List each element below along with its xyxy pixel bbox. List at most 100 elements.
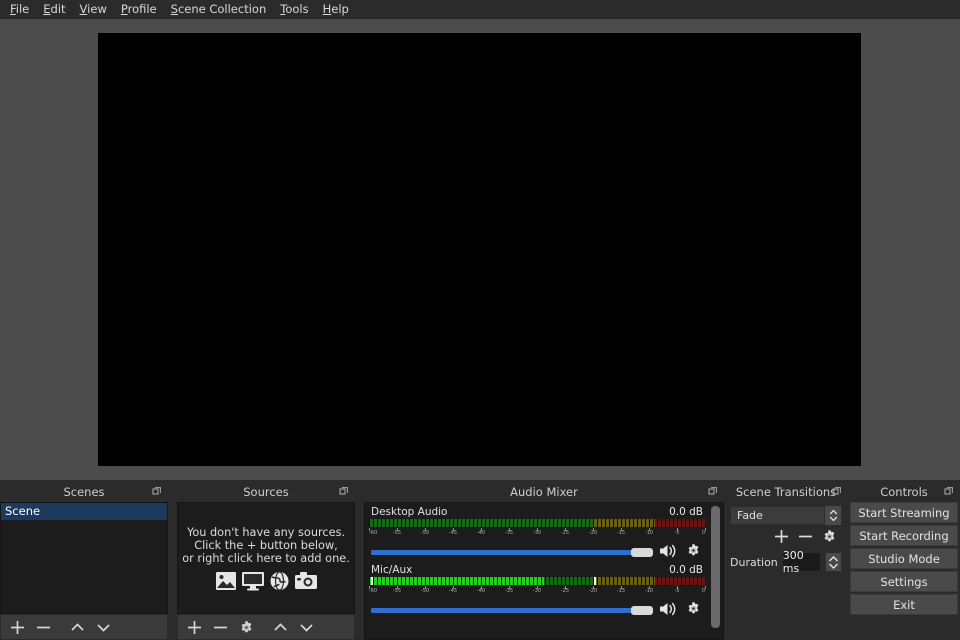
preview-canvas[interactable] bbox=[98, 33, 861, 466]
minus-icon bbox=[213, 620, 228, 635]
float-dock-icon[interactable] bbox=[152, 487, 161, 496]
plus-icon bbox=[774, 529, 789, 547]
mute-button[interactable] bbox=[658, 543, 678, 561]
scale-label: -20 bbox=[588, 588, 598, 594]
mute-button[interactable] bbox=[658, 601, 678, 619]
start-streaming-button[interactable]: Start Streaming bbox=[850, 502, 958, 523]
scene-list-item[interactable]: Scene bbox=[1, 503, 167, 520]
mixer-channel-name: Mic/Aux bbox=[371, 564, 413, 576]
mixer-db-scale: -60 -55 -50 -45 -40 -35 -30 -25 -20 -15 -10 -5 0 bbox=[369, 528, 706, 538]
controls-dock: Controls Start Streaming Start Recording S… bbox=[848, 482, 960, 640]
audio-mixer-dock-title: Audio Mixer bbox=[364, 482, 724, 502]
scale-label: -60 bbox=[369, 588, 378, 594]
volume-handle[interactable] bbox=[631, 548, 653, 557]
chevron-up-button[interactable] bbox=[64, 615, 90, 639]
menu-item-profile[interactable]: Profile bbox=[114, 1, 164, 17]
transition-select[interactable]: Fade bbox=[730, 506, 842, 525]
chevron-up-button[interactable] bbox=[267, 615, 293, 639]
sources-title-label: Sources bbox=[243, 485, 289, 499]
audio-mixer-title-label: Audio Mixer bbox=[510, 485, 578, 499]
preview-area[interactable] bbox=[0, 18, 960, 480]
menu-item-tools[interactable]: Tools bbox=[273, 1, 315, 17]
meter-tick-overlay bbox=[369, 577, 705, 585]
chevron-down-button[interactable] bbox=[90, 615, 116, 639]
volume-handle[interactable] bbox=[631, 606, 653, 615]
controls-title-label: Controls bbox=[880, 485, 928, 499]
menu-item-file[interactable]: File bbox=[3, 1, 36, 17]
transition-select-value: Fade bbox=[737, 509, 763, 522]
plus-icon bbox=[187, 620, 202, 635]
scale-tick bbox=[705, 528, 706, 531]
monitor-icon bbox=[241, 571, 265, 591]
gear-button[interactable] bbox=[233, 615, 259, 639]
chevron-up-icon bbox=[273, 620, 288, 635]
float-dock-icon[interactable] bbox=[832, 487, 841, 496]
speaker-on-icon bbox=[659, 601, 678, 620]
scale-label: -10 bbox=[644, 588, 654, 594]
settings-button[interactable]: Settings bbox=[850, 571, 958, 592]
channel-settings-button[interactable] bbox=[683, 601, 703, 619]
scale-label: -60 bbox=[369, 530, 378, 536]
chevron-updown-icon[interactable] bbox=[824, 506, 841, 525]
scale-label: -15 bbox=[616, 530, 626, 536]
sources-empty-message: You don't have any sources. Click the + b… bbox=[182, 526, 350, 565]
dock-divider bbox=[168, 482, 177, 640]
dock-divider bbox=[355, 482, 364, 640]
sources-empty-line: or right click here to add one. bbox=[182, 551, 350, 565]
plus-transition-button[interactable] bbox=[770, 528, 792, 548]
menu-item-edit[interactable]: Edit bbox=[36, 1, 72, 17]
duration-stepper[interactable] bbox=[825, 552, 842, 572]
chevron-down-button[interactable] bbox=[293, 615, 319, 639]
mixer-level-meter bbox=[369, 577, 705, 585]
scale-label: -55 bbox=[392, 530, 402, 536]
float-dock-icon[interactable] bbox=[944, 487, 953, 496]
minus-button[interactable] bbox=[30, 615, 56, 639]
mixer-channel-header: Desktop Audio 0.0 dB bbox=[369, 506, 705, 519]
scene-transitions-dock-title: Scene Transitions bbox=[724, 482, 848, 502]
menu-bar: File Edit View Profile Scene Collection Tools… bbox=[0, 0, 960, 18]
scrollbar-thumb[interactable] bbox=[711, 506, 720, 628]
mixer-channel-name: Desktop Audio bbox=[371, 506, 448, 518]
mixer-db-scale: -60 -55 -50 -45 -40 -35 -30 -25 -20 -15 -10 -5 0 bbox=[369, 586, 706, 596]
obs-main-window: File Edit View Profile Scene Collection Tools… bbox=[0, 0, 960, 640]
scenes-list[interactable]: Scene bbox=[0, 502, 168, 614]
gear-icon bbox=[239, 620, 254, 635]
menu-item-scene-collection[interactable]: Scene Collection bbox=[164, 1, 274, 17]
gear-transition-button[interactable] bbox=[818, 528, 840, 548]
meter-tick-overlay bbox=[369, 519, 705, 527]
sources-empty-line: Click the + button below, bbox=[194, 538, 338, 552]
minus-button[interactable] bbox=[207, 615, 233, 639]
plus-button[interactable] bbox=[181, 615, 207, 639]
scale-label: -10 bbox=[644, 530, 654, 536]
float-dock-icon[interactable] bbox=[339, 487, 348, 496]
float-dock-icon[interactable] bbox=[708, 487, 717, 496]
speaker-on-icon bbox=[659, 543, 678, 562]
audio-mixer-channels: Desktop Audio 0.0 dB -60 -55 -50 -45 -40 -35 -30… bbox=[365, 503, 709, 639]
scale-tick bbox=[705, 586, 706, 589]
exit-button[interactable]: Exit bbox=[850, 594, 958, 615]
channel-settings-button[interactable] bbox=[683, 543, 703, 561]
menu-item-view[interactable]: View bbox=[73, 1, 114, 17]
duration-input[interactable]: 300 ms bbox=[781, 549, 821, 575]
scene-transitions-dock: Scene Transitions Fade Duration 300 ms bbox=[724, 482, 848, 640]
scale-label: -25 bbox=[560, 530, 570, 536]
duration-row: Duration 300 ms bbox=[730, 549, 842, 575]
volume-track bbox=[371, 608, 653, 613]
controls-dock-title: Controls bbox=[848, 482, 960, 502]
studio-mode-button[interactable]: Studio Mode bbox=[850, 548, 958, 569]
minus-transition-button[interactable] bbox=[794, 528, 816, 548]
volume-slider[interactable] bbox=[371, 605, 653, 615]
scale-label: -20 bbox=[588, 530, 598, 536]
globe-icon bbox=[269, 570, 290, 591]
minus-icon bbox=[36, 620, 51, 635]
plus-icon bbox=[10, 620, 25, 635]
volume-slider[interactable] bbox=[371, 547, 653, 557]
scale-label: -35 bbox=[504, 530, 514, 536]
sources-empty-line: You don't have any sources. bbox=[186, 525, 346, 539]
audio-mixer-scrollbar[interactable] bbox=[709, 504, 722, 638]
start-recording-button[interactable]: Start Recording bbox=[850, 525, 958, 546]
scale-label: -45 bbox=[448, 530, 458, 536]
sources-empty-placeholder[interactable]: You don't have any sources. Click the + b… bbox=[177, 502, 355, 614]
menu-item-help[interactable]: Help bbox=[316, 1, 356, 17]
plus-button[interactable] bbox=[4, 615, 30, 639]
